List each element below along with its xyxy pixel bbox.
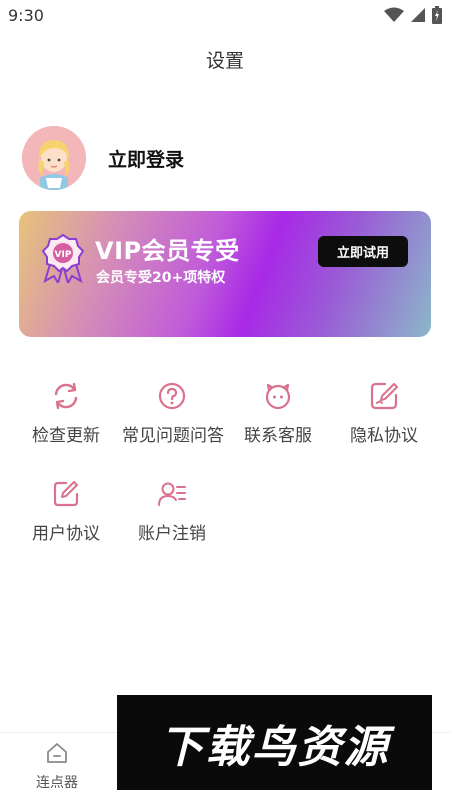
menu-label: 隐私协议 xyxy=(350,426,418,446)
login-link[interactable]: 立即登录 xyxy=(108,145,184,172)
menu-item-privacy[interactable]: 隐私协议 xyxy=(334,381,434,446)
status-time: 9:30 xyxy=(8,6,44,25)
menu-label: 检查更新 xyxy=(32,426,100,446)
avatar[interactable] xyxy=(22,126,86,190)
svg-text:VIP: VIP xyxy=(55,250,72,260)
page-title: 设置 xyxy=(205,50,244,72)
vip-subtitle: 会员专受20+项特权 xyxy=(96,270,226,286)
vip-banner[interactable]: VIP VIP会员专受 会员专受20+项特权 立即试用 xyxy=(19,211,431,337)
status-bar: 9:30 xyxy=(0,0,450,32)
menu-item-customer-service[interactable]: 联系客服 xyxy=(228,381,328,446)
nav-item-clicker[interactable]: 连点器 xyxy=(22,741,92,792)
vip-ribbon-icon: VIP xyxy=(41,233,85,283)
menu-label: 用户协议 xyxy=(32,524,100,544)
signal-icon xyxy=(411,8,425,22)
question-icon xyxy=(158,382,186,410)
avatar-illustration xyxy=(22,126,86,190)
wifi-icon xyxy=(384,7,404,22)
menu-label: 常见问题问答 xyxy=(122,426,224,446)
menu-item-faq[interactable]: 常见问题问答 xyxy=(122,381,224,446)
watermark-text: 下载鸟资源 xyxy=(159,721,390,773)
menu-label: 联系客服 xyxy=(244,426,312,446)
menu-item-check-update[interactable]: 检查更新 xyxy=(16,381,116,446)
privacy-edit-icon xyxy=(370,382,398,410)
refresh-icon xyxy=(54,382,78,410)
vip-title: VIP会员专受 xyxy=(95,237,240,265)
menu-label: 账户注销 xyxy=(138,524,206,544)
watermark-banner: 下载鸟资源 xyxy=(117,695,432,790)
menu-item-user-agreement[interactable]: 用户协议 xyxy=(16,479,116,544)
user-agreement-icon xyxy=(53,481,79,507)
customer-service-icon xyxy=(265,383,291,410)
nav-label: 连点器 xyxy=(36,775,78,791)
status-icons xyxy=(384,6,442,24)
account-cancel-icon xyxy=(158,482,186,506)
menu-item-account-cancel[interactable]: 账户注销 xyxy=(122,479,222,544)
home-icon xyxy=(47,743,67,763)
vip-trial-button[interactable]: 立即试用 xyxy=(318,236,408,267)
battery-icon xyxy=(432,6,442,24)
